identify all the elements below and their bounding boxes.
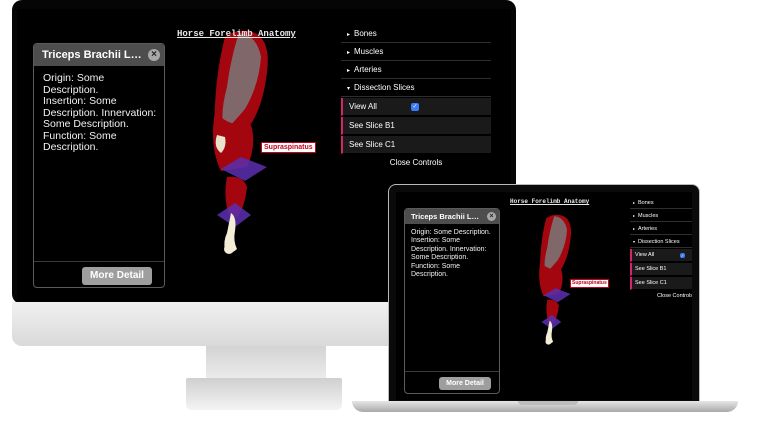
folder-label: Arteries [638,226,657,232]
folder-bones[interactable]: ▸ Bones [630,196,692,209]
monitor-stand-neck [206,346,326,380]
caret-right-icon: ▸ [347,68,351,74]
folder-muscles[interactable]: ▸ Muscles [630,209,692,222]
info-panel-title: Triceps Brachii Lon... [411,212,479,221]
caret-right-icon: ▸ [633,226,636,231]
folder-label: Dissection Slices [354,83,415,92]
close-icon[interactable]: × [487,212,496,221]
folder-dissection-slices[interactable]: ▾ Dissection Slices [630,235,692,248]
more-detail-button[interactable]: More Detail [439,377,491,390]
caret-down-icon: ▾ [633,239,636,244]
folder-arteries[interactable]: ▸ Arteries [341,61,491,79]
slice-c1[interactable]: See Slice C1 [630,277,692,290]
folder-label: Arteries [354,65,382,74]
folder-label: Dissection Slices [638,239,680,245]
slice-label: See Slice B1 [349,121,395,130]
close-icon[interactable]: × [148,49,160,61]
caret-right-icon: ▸ [347,50,351,56]
folder-muscles[interactable]: ▸ Muscles [341,43,491,61]
info-panel-description: Origin: Some Description. Insertion: Som… [43,72,157,153]
info-panel-description: Origin: Some Description. Insertion: Som… [411,229,491,279]
slice-c1[interactable]: See Slice C1 [341,136,491,154]
controls-panel: ▸ Bones ▸ Muscles ▸ Arteries ▾ Dissection Sl… [630,196,692,299]
folder-bones[interactable]: ▸ Bones [341,25,491,43]
caret-right-icon: ▸ [347,32,351,38]
slice-label: View All [635,252,655,258]
supraspinatus-tag[interactable]: Supraspinatus [261,142,316,153]
hoof-bone [224,244,234,254]
folder-label: Muscles [638,213,659,219]
info-panel-header: Triceps Brachii Lon... × [405,209,499,224]
info-panel-header: Triceps Brachii Lon... × [34,44,164,66]
laptop-screen: Supraspinatus Horse Forelimb Anatomy Tri… [396,192,692,400]
page-title: Horse Forelimb Anatomy [177,29,296,39]
caret-right-icon: ▸ [633,213,636,218]
slice-label: View All [349,102,377,111]
slice-label: See Slice C1 [349,140,396,149]
info-panel-title: Triceps Brachii Lon... [42,49,144,61]
folder-label: Bones [638,200,654,206]
info-panel: Triceps Brachii Lon... × Origin: Some De… [404,208,500,394]
folder-label: Muscles [354,47,384,56]
close-controls-button[interactable]: Close Controls [341,156,491,170]
slice-label: See Slice C1 [635,280,667,286]
controls-panel: ▸ Bones ▸ Muscles ▸ Arteries ▾ Dissection Sl… [341,25,491,175]
more-detail-button[interactable]: More Detail [82,267,152,285]
slice-b1[interactable]: See Slice B1 [630,263,692,276]
laptop-notch [518,401,578,405]
caret-down-icon: ▾ [347,86,351,92]
folder-dissection-slices[interactable]: ▾ Dissection Slices [341,79,491,97]
slice-label: See Slice B1 [635,266,667,272]
device-mockup: Supraspinatus Horse Forelimb Anatomy Tri… [0,0,772,442]
hoof-bone [545,338,552,345]
folder-arteries[interactable]: ▸ Arteries [630,222,692,235]
slice-b1[interactable]: See Slice B1 [341,117,491,135]
caret-right-icon: ▸ [633,200,636,205]
page-title: Horse Forelimb Anatomy [510,198,590,205]
view-all-checkbox[interactable]: ✓ [680,253,685,258]
folder-label: Bones [354,29,377,38]
monitor-stand-base [186,378,342,410]
close-controls-button[interactable]: Close Controls [630,291,692,301]
slice-view-all[interactable]: View All ✓ [341,98,491,116]
supraspinatus-tag[interactable]: Supraspinatus [570,279,609,288]
slice-view-all[interactable]: View All ✓ [630,249,692,262]
view-all-checkbox[interactable]: ✓ [411,103,419,111]
info-panel: Triceps Brachii Lon... × Origin: Some De… [33,43,165,288]
